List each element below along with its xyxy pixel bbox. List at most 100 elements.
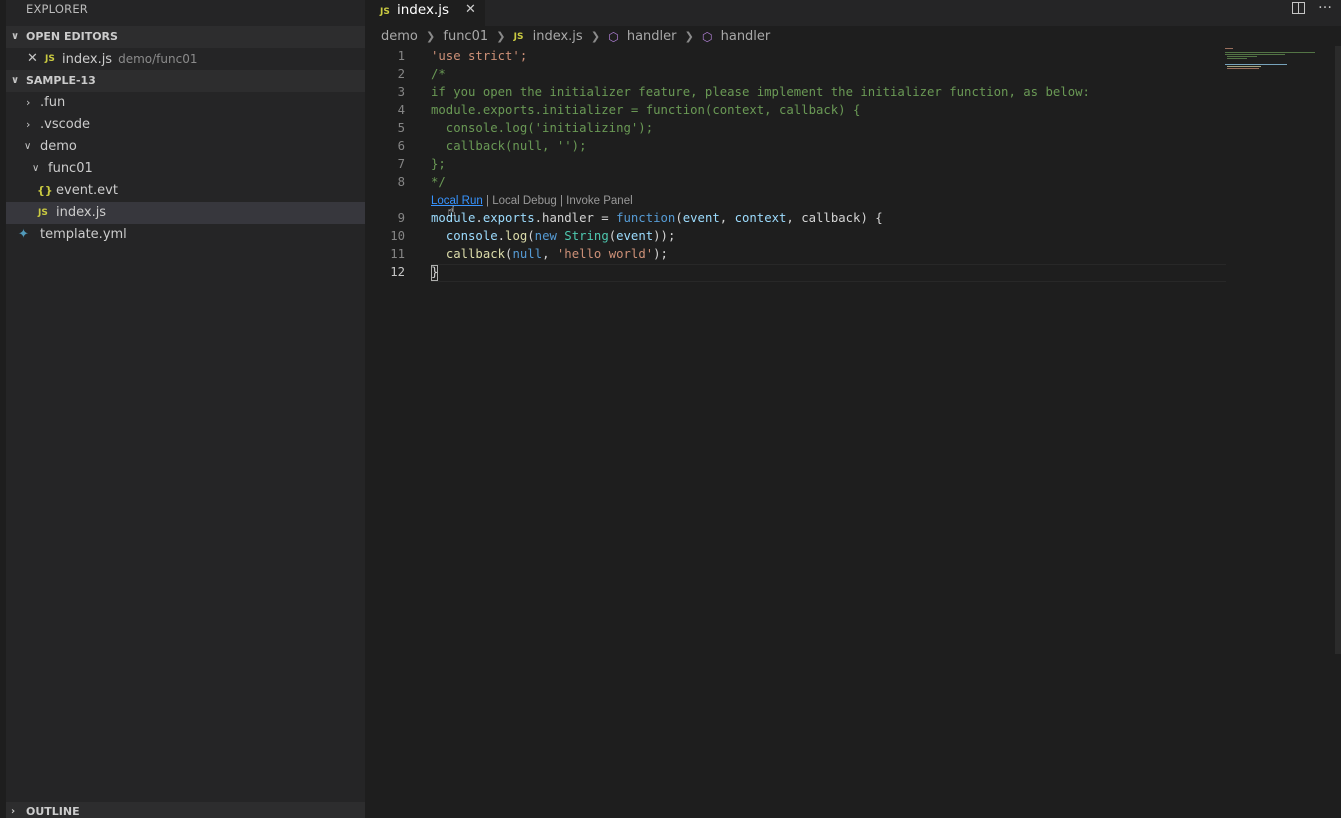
breadcrumb-item-func01[interactable]: func01 <box>443 28 488 46</box>
code-text: 'use strict'; <box>431 49 528 63</box>
open-editor-name: index.js <box>62 52 113 67</box>
vertical-scrollbar[interactable] <box>1335 46 1341 654</box>
tree-item-index-js[interactable]: JS index.js <box>6 202 365 224</box>
explorer-sidebar: EXPLORER ∨ OPEN EDITORS ✕ JS index.js dem… <box>0 0 365 818</box>
tree-item-template-yml[interactable]: ✦ template.yml <box>6 224 365 246</box>
tab-index-js[interactable]: JS index.js ✕ <box>365 0 485 26</box>
breadcrumb-item-index-js[interactable]: index.js <box>533 28 583 46</box>
tree-item-func01[interactable]: ∨ func01 <box>6 158 365 180</box>
code-line[interactable]: 3 if you open the initializer feature, pl… <box>365 83 1225 101</box>
line-number: 3 <box>397 85 405 99</box>
chevron-right-icon: › <box>26 96 31 109</box>
more-actions-icon[interactable]: … <box>1318 0 1333 12</box>
chevron-right-icon: › <box>26 118 31 131</box>
chevron-down-icon: ∨ <box>24 141 32 152</box>
chevron-down-icon: ∨ <box>32 163 40 174</box>
close-icon[interactable]: ✕ <box>27 48 38 70</box>
close-icon[interactable]: ✕ <box>465 0 476 20</box>
code-text: callback(null, ''); <box>431 139 587 153</box>
text-cursor <box>431 265 438 281</box>
breadcrumb-item-demo[interactable]: demo <box>381 28 418 46</box>
tree-item-demo[interactable]: ∨ demo <box>6 136 365 158</box>
codelens: Local Run | Local Debug | Invoke Panel <box>431 195 633 207</box>
minimap-line <box>1227 56 1257 57</box>
json-file-icon: {} <box>37 184 53 197</box>
code-line[interactable]: 2 /* <box>365 65 1225 83</box>
code-text: if you open the initializer feature, ple… <box>431 85 1090 99</box>
workspace-header[interactable]: ∨ SAMPLE-13 <box>6 70 365 92</box>
line-number: 12 <box>390 265 405 279</box>
local-run-link[interactable]: Local Run <box>431 195 483 207</box>
open-editor-description: demo/func01 <box>118 52 198 66</box>
hand-pointer-icon: ☝ <box>447 204 456 220</box>
chevron-down-icon: ∨ <box>11 31 20 42</box>
symbol-cube-icon: ⬡ <box>701 30 713 44</box>
tree-item-fun[interactable]: › .fun <box>6 92 365 114</box>
code-text: /* <box>431 67 446 81</box>
symbol-cube-icon: ⬡ <box>608 30 619 44</box>
breadcrumb-item-handler-2[interactable]: handler <box>721 28 771 46</box>
chevron-right-icon: ❯ <box>684 30 694 43</box>
chevron-right-icon: ❯ <box>496 30 506 43</box>
tab-label: index.js <box>397 2 450 18</box>
minimap-line <box>1225 48 1233 49</box>
split-editor-icon[interactable] <box>1292 2 1305 14</box>
js-file-icon: JS <box>380 7 390 17</box>
minimap-line <box>1227 68 1259 69</box>
minimap-line <box>1227 58 1247 59</box>
outline-header[interactable]: › OUTLINE <box>6 802 365 818</box>
line-number: 10 <box>390 229 405 243</box>
line-number: 7 <box>397 157 405 171</box>
chevron-right-icon: ❯ <box>590 30 601 43</box>
code-line[interactable]: 11 callback(null, 'hello world'); <box>365 245 1225 263</box>
line-number: 4 <box>397 103 405 117</box>
minimap-line <box>1225 64 1287 65</box>
minimap-line <box>1227 66 1261 67</box>
explorer-title: EXPLORER <box>26 2 88 16</box>
code-line[interactable]: 1 'use strict'; <box>365 47 1225 65</box>
line-number: 5 <box>397 121 405 135</box>
minimap[interactable] <box>1225 46 1335 86</box>
code-text: callback(null, 'hello world'); <box>445 247 668 261</box>
code-line[interactable]: 5 console.log('initializing'); <box>365 119 1225 137</box>
invoke-panel-link[interactable]: Invoke Panel <box>566 195 633 207</box>
js-file-icon: JS <box>513 32 524 42</box>
code-text: console.log('initializing'); <box>431 121 654 135</box>
line-number: 1 <box>397 49 405 63</box>
code-text: module.exports.initializer = function(co… <box>431 103 861 117</box>
local-debug-link[interactable]: Local Debug <box>492 195 557 207</box>
chevron-down-icon: ∨ <box>11 75 20 86</box>
tree-item-event-evt[interactable]: {} event.evt <box>6 180 365 202</box>
code-text: */ <box>431 175 446 189</box>
code-text: module.exports.handler = function(event,… <box>431 211 883 225</box>
code-line[interactable]: 12} <box>365 263 1225 281</box>
code-line[interactable]: 4 module.exports.initializer = function(c… <box>365 101 1225 119</box>
code-text: console.log(new String(event)); <box>445 229 676 243</box>
tab-bar: JS index.js ✕ … <box>365 0 1341 26</box>
line-number: 6 <box>397 139 405 153</box>
code-line[interactable]: 6 callback(null, ''); <box>365 137 1225 155</box>
editor-area: JS index.js ✕ … demo ❯ func01 ❯ JS index… <box>365 0 1341 818</box>
code-line[interactable]: 7}; <box>365 155 1225 173</box>
minimap-line <box>1225 54 1285 55</box>
open-editors-header[interactable]: ∨ OPEN EDITORS <box>6 26 365 48</box>
line-number: 9 <box>397 211 405 225</box>
line-number: 2 <box>397 67 405 81</box>
codelens-separator: | <box>482 195 493 207</box>
js-file-icon: JS <box>38 208 48 218</box>
code-line[interactable]: 10 console.log(new String(event)); <box>365 227 1225 245</box>
line-number: 8 <box>397 175 405 189</box>
tree-item-vscode[interactable]: › .vscode <box>6 114 365 136</box>
code-line[interactable]: 9 module.exports.handler = function(event… <box>365 209 1225 227</box>
line-number: 11 <box>390 247 405 261</box>
yml-file-icon: ✦ <box>18 227 29 242</box>
js-file-icon: JS <box>45 54 55 64</box>
minimap-line <box>1225 52 1315 53</box>
open-editor-item-index-js[interactable]: ✕ JS index.js demo/func01 <box>6 48 365 70</box>
codelens-separator: | <box>556 195 567 207</box>
breadcrumb: demo ❯ func01 ❯ JS index.js ❯ ⬡ handler … <box>381 28 770 46</box>
breadcrumb-item-handler[interactable]: handler <box>627 28 677 46</box>
chevron-right-icon: ❯ <box>426 30 436 43</box>
chevron-right-icon: › <box>11 806 16 817</box>
code-line[interactable]: 8 */ <box>365 173 1225 191</box>
